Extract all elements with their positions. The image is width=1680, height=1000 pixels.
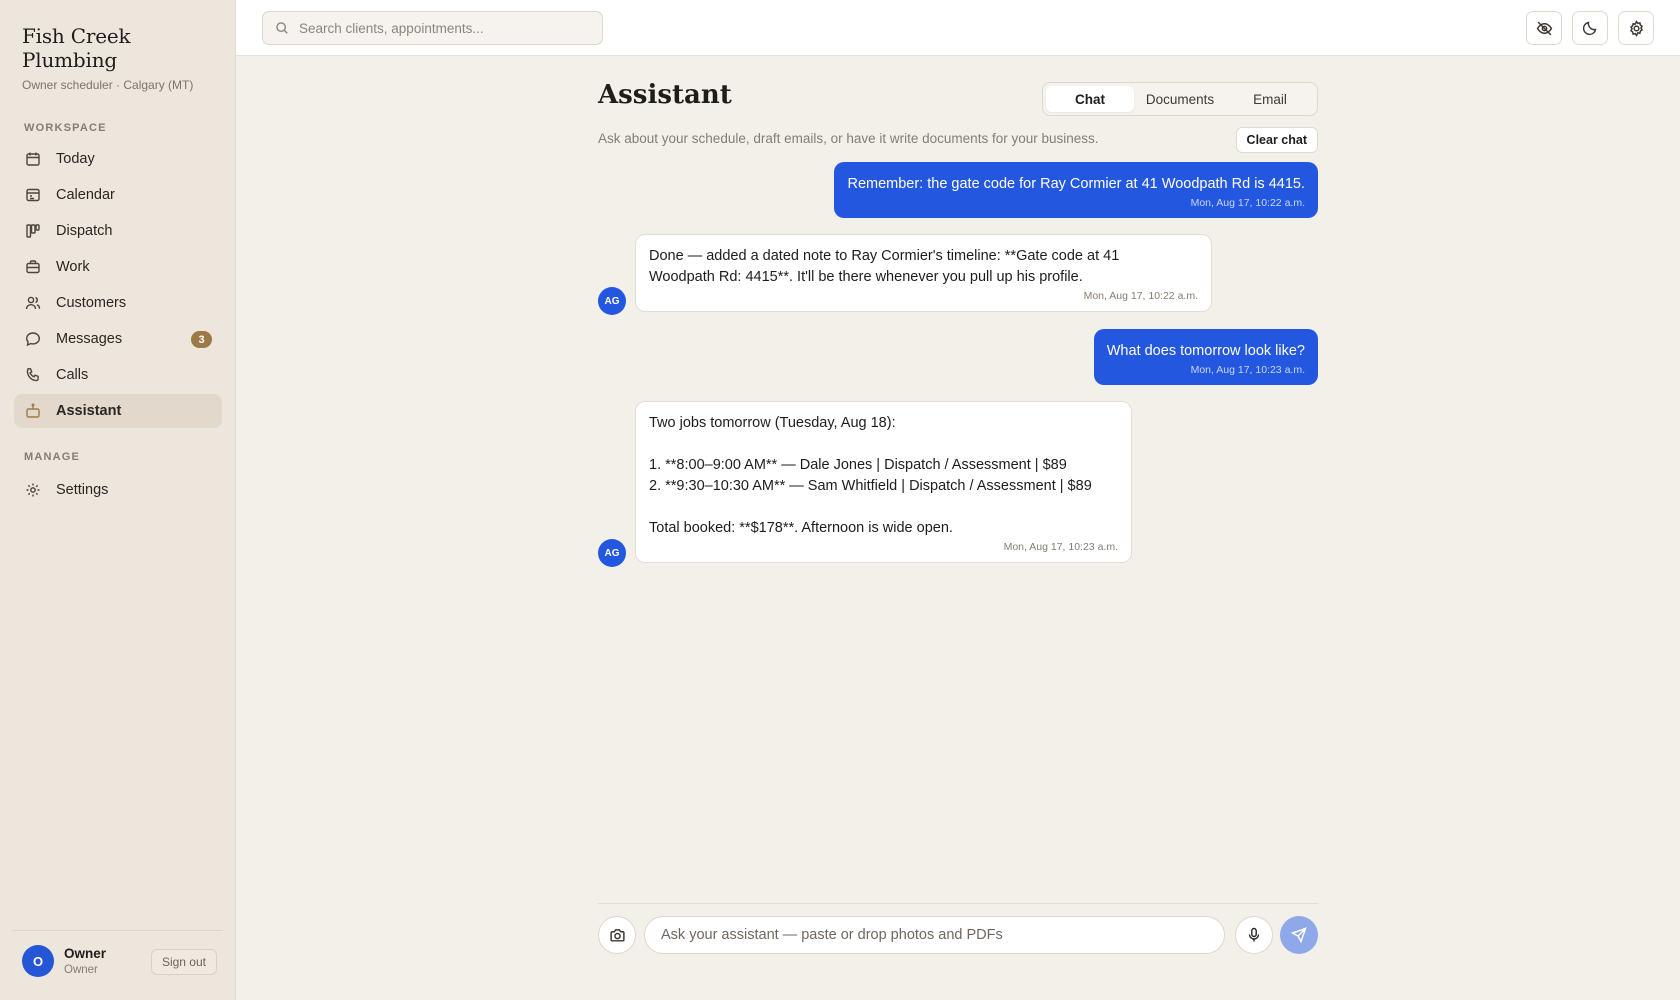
users-icon	[24, 294, 42, 312]
assistant-message: Done — added a dated note to Ray Cormier…	[635, 234, 1212, 312]
section-label-workspace: WORKSPACE	[24, 122, 107, 134]
brand-subtitle: Owner scheduler · Calgary (MT)	[22, 78, 194, 92]
settings-button[interactable]	[1618, 11, 1654, 45]
tab-email[interactable]: Email	[1226, 86, 1314, 112]
calendar-icon	[24, 150, 42, 168]
attach-photo-button[interactable]	[598, 916, 636, 954]
message-text: Done — added a dated note to Ray Cormier…	[649, 248, 1120, 285]
composer-divider	[598, 903, 1318, 904]
sidebar-item-assistant[interactable]: Assistant	[14, 394, 222, 428]
tab-chat[interactable]: Chat	[1046, 86, 1134, 112]
message-text: Remember: the gate code for Ray Cormier …	[847, 176, 1305, 192]
moon-icon	[1582, 20, 1598, 36]
message-timestamp: Mon, Aug 17, 10:22 a.m.	[1190, 197, 1305, 209]
brand: Fish Creek Plumbing Owner scheduler · Ca…	[22, 24, 222, 92]
sidebar-item-work[interactable]: Work	[14, 250, 222, 284]
assistant-message: Two jobs tomorrow (Tuesday, Aug 18): 1. …	[635, 401, 1132, 563]
sidebar-item-today[interactable]: Today	[14, 142, 222, 176]
gear-icon	[24, 481, 42, 499]
brand-name: Fish Creek Plumbing	[22, 24, 131, 72]
clear-chat-button[interactable]: Clear chat	[1235, 127, 1318, 153]
send-icon	[1291, 927, 1307, 943]
message-icon	[24, 330, 42, 348]
user-name: Owner	[64, 946, 107, 961]
search-icon	[275, 21, 289, 35]
voice-input-button[interactable]	[1235, 916, 1273, 954]
topbar	[236, 0, 1680, 56]
send-button[interactable]	[1280, 916, 1318, 954]
sidebar-item-label: Work	[56, 259, 90, 275]
message-timestamp: Mon, Aug 17, 10:22 a.m.	[1083, 290, 1198, 302]
sidebar-item-label: Dispatch	[56, 223, 113, 239]
page-subtitle: Ask about your schedule, draft emails, o…	[598, 131, 1099, 146]
sidebar-item-label: Calls	[56, 367, 89, 383]
avatar[interactable]: O	[22, 945, 54, 977]
message-composer[interactable]	[644, 916, 1225, 954]
sidebar-item-label: Customers	[56, 295, 127, 311]
assistant-panel: Assistant Chat Documents Email Ask about…	[598, 56, 1318, 1000]
privacy-toggle-button[interactable]	[1526, 11, 1562, 45]
phone-icon	[24, 366, 42, 384]
sign-out-button[interactable]: Sign out	[150, 949, 217, 975]
dark-mode-button[interactable]	[1572, 11, 1608, 45]
kanban-icon	[24, 222, 42, 240]
search-input[interactable]	[299, 20, 589, 36]
sidebar-item-settings[interactable]: Settings	[14, 473, 222, 507]
bot-icon	[24, 402, 42, 420]
sidebar-item-label: Settings	[56, 482, 109, 498]
tab-documents[interactable]: Documents	[1134, 86, 1226, 112]
gear-icon	[1628, 19, 1645, 37]
microphone-icon	[1246, 927, 1262, 943]
sidebar-item-customers[interactable]: Customers	[14, 286, 222, 320]
page-title: Assistant	[598, 80, 732, 110]
sidebar-item-messages[interactable]: Messages 3	[14, 322, 222, 356]
message-input[interactable]	[661, 927, 1201, 943]
user-panel: O Owner Owner Sign out	[12, 930, 223, 1000]
message-text: Two jobs tomorrow (Tuesday, Aug 18): 1. …	[649, 415, 1092, 536]
search-box[interactable]	[262, 11, 603, 45]
sidebar-item-calls[interactable]: Calls	[14, 358, 222, 392]
user-message: Remember: the gate code for Ray Cormier …	[834, 162, 1318, 218]
sidebar-item-label: Calendar	[56, 187, 115, 203]
eye-off-icon	[1536, 20, 1553, 37]
sidebar-item-label: Assistant	[56, 403, 122, 419]
sidebar-item-label: Today	[56, 151, 95, 167]
user-role: Owner	[64, 964, 98, 976]
message-timestamp: Mon, Aug 17, 10:23 a.m.	[1003, 541, 1118, 553]
assistant-avatar: AG	[598, 539, 626, 567]
user-message: What does tomorrow look like? Mon, Aug 1…	[1093, 329, 1318, 385]
assistant-avatar: AG	[598, 287, 626, 315]
message-timestamp: Mon, Aug 17, 10:23 a.m.	[1190, 364, 1305, 376]
sidebar-item-label: Messages	[56, 331, 123, 347]
camera-icon	[609, 927, 626, 944]
sidebar: Fish Creek Plumbing Owner scheduler · Ca…	[0, 0, 236, 1000]
calendar-grid-icon	[24, 186, 42, 204]
sidebar-item-dispatch[interactable]: Dispatch	[14, 214, 222, 248]
tab-bar: Chat Documents Email	[1042, 82, 1318, 116]
message-text: What does tomorrow look like?	[1106, 343, 1305, 359]
sidebar-item-calendar[interactable]: Calendar	[14, 178, 222, 212]
briefcase-icon	[24, 258, 42, 276]
section-label-manage: MANAGE	[24, 451, 81, 463]
unread-count-badge: 3	[191, 331, 212, 348]
